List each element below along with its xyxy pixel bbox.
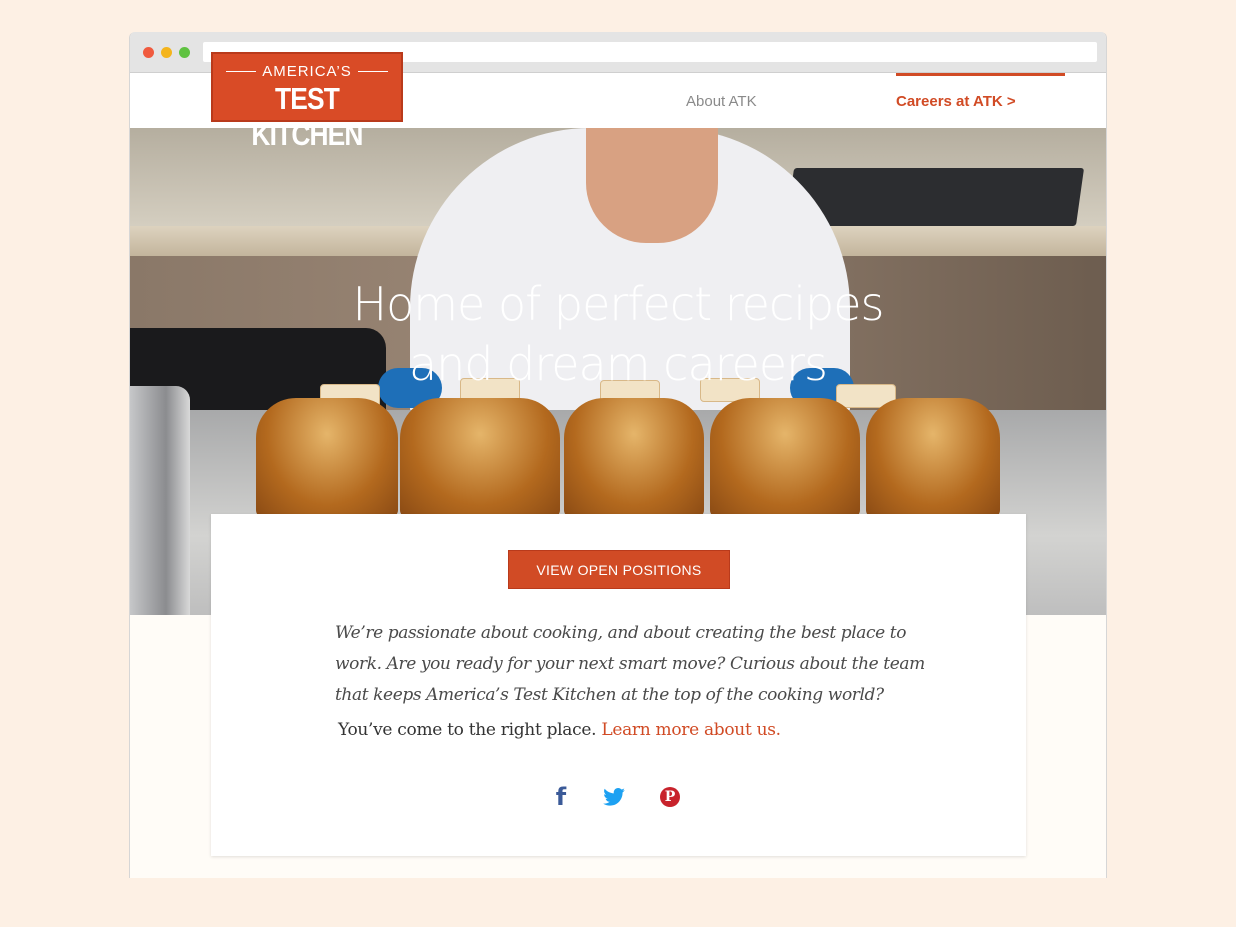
bread-loaf	[256, 398, 398, 518]
close-window-icon[interactable]	[143, 47, 154, 58]
nav-link-careers[interactable]: Careers at ATK >	[896, 93, 1016, 110]
minimize-window-icon[interactable]	[161, 47, 172, 58]
active-nav-indicator	[896, 73, 1065, 76]
twitter-icon[interactable]	[601, 782, 627, 812]
facebook-icon[interactable]: f	[548, 782, 574, 812]
stove	[785, 168, 1085, 226]
social-links: f P	[211, 782, 1026, 812]
logo-rule-right	[357, 71, 388, 72]
pinterest-icon[interactable]: P	[657, 782, 683, 812]
logo-top-line: AMERICA’S	[213, 63, 401, 80]
followup-text: You’ve come to the right place.	[338, 720, 597, 740]
bread-loaf	[400, 398, 560, 518]
browser-window: About ATK Careers at ATK > AMERICA’S TES…	[129, 32, 1107, 878]
bread-loaf	[710, 398, 860, 518]
view-open-positions-button[interactable]: VIEW OPEN POSITIONS	[508, 550, 730, 589]
intro-paragraph: We’re passionate about cooking, and abou…	[335, 623, 925, 705]
chef-face	[586, 128, 718, 243]
pinterest-glyph: P	[660, 787, 680, 807]
logo-rule-left	[226, 71, 257, 72]
logo-top-text: AMERICA’S	[262, 63, 352, 80]
followup-line: You’ve come to the right place. Learn mo…	[338, 720, 781, 740]
site-logo[interactable]: AMERICA’S TEST KITCHEN	[211, 52, 403, 152]
hero-title: Home of perfect recipes and dream career…	[130, 274, 1106, 394]
maximize-window-icon[interactable]	[179, 47, 190, 58]
logo-bottom-text: TEST KITCHEN	[251, 81, 363, 152]
learn-more-link[interactable]: Learn more about us.	[601, 720, 781, 740]
travel-mug	[130, 386, 190, 615]
hero-title-line-2: and dream careers	[408, 337, 828, 391]
bread-loaf	[866, 398, 1000, 518]
intro-card: VIEW OPEN POSITIONS We’re passionate abo…	[211, 514, 1026, 856]
bread-loaf	[564, 398, 704, 518]
nav-link-about[interactable]: About ATK	[686, 93, 757, 110]
hero-title-line-1: Home of perfect recipes	[352, 277, 884, 331]
